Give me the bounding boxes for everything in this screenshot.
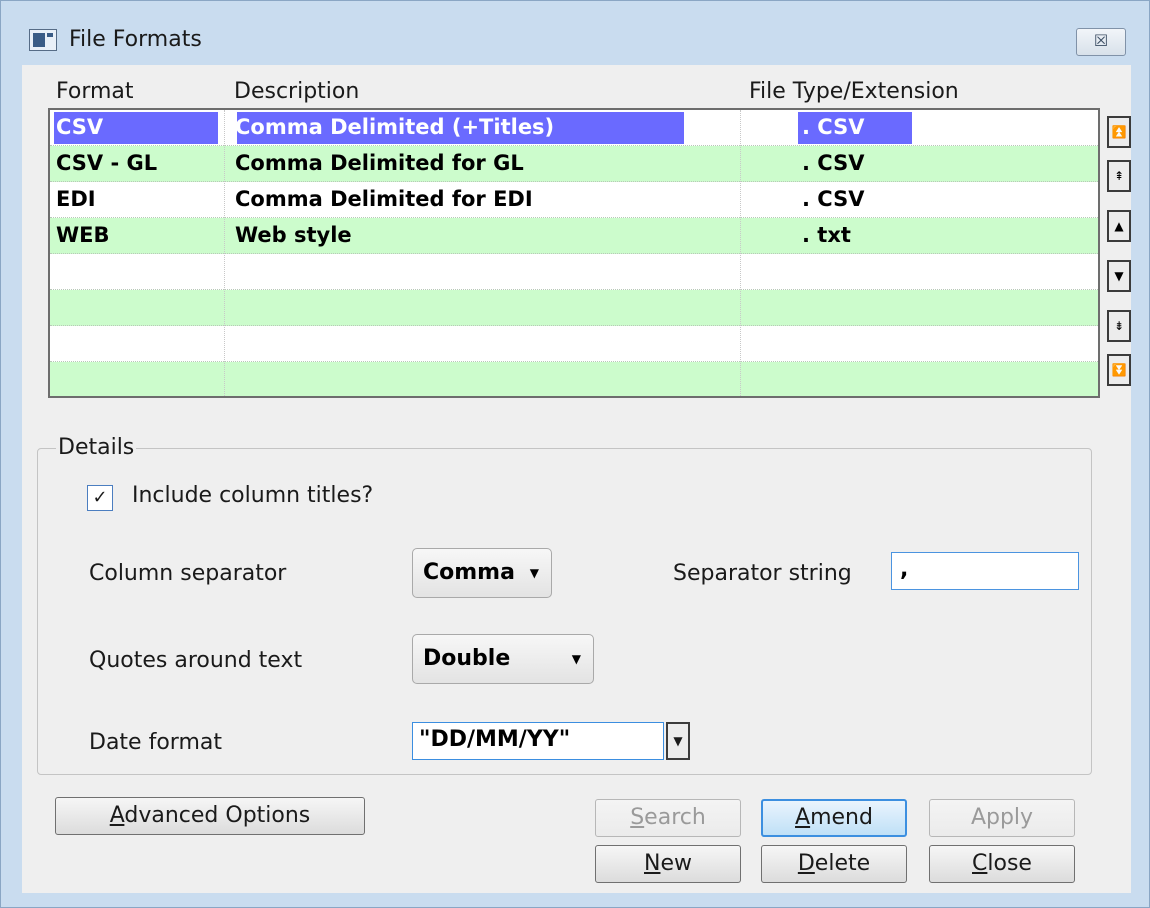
chevron-down-icon: ▼ [571, 652, 581, 666]
button-label: dvanced Options [124, 803, 311, 828]
page-up-icon[interactable]: ⇞ [1107, 160, 1131, 192]
cell-format: CSV [56, 115, 104, 139]
cell-description: Comma Delimited for EDI [235, 187, 533, 211]
scroll-bottom-icon[interactable]: ⏬ [1107, 354, 1131, 386]
table-row[interactable]: CSV Comma Delimited (+Titles) . CSV [50, 110, 1098, 146]
mnemonic-letter: A [109, 803, 125, 828]
column-separator-label: Column separator [89, 561, 287, 586]
line-up-icon[interactable]: ▲ [1107, 210, 1131, 242]
include-column-titles-label: Include column titles? [132, 483, 374, 508]
include-column-titles-checkbox[interactable]: ✓ [87, 485, 113, 511]
mnemonic-letter: C [972, 851, 988, 876]
empty-row[interactable] [50, 254, 1098, 290]
button-label: lose [987, 851, 1032, 876]
cell-description: Comma Delimited (+Titles) [235, 115, 555, 139]
delete-button[interactable]: Delete [761, 845, 907, 883]
new-button[interactable]: New [595, 845, 741, 883]
empty-row[interactable] [50, 290, 1098, 326]
cell-format: WEB [56, 223, 110, 247]
button-label: mend [810, 805, 873, 830]
separator-string-input[interactable]: , [891, 552, 1079, 590]
date-format-label: Date format [89, 730, 222, 755]
amend-button[interactable]: Amend [761, 799, 907, 837]
mnemonic-letter: N [644, 851, 661, 876]
column-divider [224, 110, 225, 396]
file-formats-window: File Formats ☒ Format Description File T… [0, 0, 1150, 908]
cell-format: EDI [56, 187, 96, 211]
quotes-around-text-select[interactable]: Double ▼ [412, 634, 594, 684]
close-button[interactable]: Close [929, 845, 1075, 883]
cell-extension: . CSV [802, 115, 865, 139]
column-header-format: Format [56, 79, 134, 104]
apply-button[interactable]: Apply [929, 799, 1075, 837]
mnemonic-letter: D [797, 851, 815, 876]
dialog-body: Format Description File Type/Extension C… [22, 65, 1131, 893]
line-down-icon[interactable]: ▼ [1107, 260, 1131, 292]
close-window-button[interactable]: ☒ [1076, 28, 1126, 56]
column-separator-select[interactable]: Comma ▼ [412, 548, 552, 598]
quotes-around-text-label: Quotes around text [89, 648, 303, 673]
table-row[interactable]: CSV - GL Comma Delimited for GL . CSV [50, 146, 1098, 182]
empty-row[interactable] [50, 326, 1098, 362]
button-label: elete [814, 851, 871, 876]
separator-string-label: Separator string [673, 561, 852, 586]
cell-extension: . CSV [802, 151, 865, 175]
date-format-dropdown-icon[interactable]: ▼ [666, 722, 690, 760]
date-format-input[interactable]: "DD/MM/YY" [412, 722, 664, 760]
cell-extension: . CSV [802, 187, 865, 211]
scroll-top-icon[interactable]: ⏫ [1107, 116, 1131, 148]
chevron-down-icon: ▼ [529, 566, 539, 580]
button-label: earch [644, 805, 706, 830]
column-divider [740, 110, 741, 396]
button-label: ew [660, 851, 692, 876]
table-row[interactable]: WEB Web style . txt [50, 218, 1098, 254]
column-header-file-type: File Type/Extension [749, 79, 959, 104]
column-header-description: Description [234, 79, 360, 104]
advanced-options-button[interactable]: Advanced Options [55, 797, 365, 835]
window-title: File Formats [69, 27, 202, 52]
empty-row[interactable] [50, 362, 1098, 396]
formats-list[interactable]: CSV Comma Delimited (+Titles) . CSV CSV … [48, 108, 1100, 398]
mnemonic-letter: A [795, 805, 811, 830]
cell-description: Comma Delimited for GL [235, 151, 524, 175]
details-legend: Details [56, 435, 137, 460]
quotes-around-text-value: Double [423, 646, 511, 671]
search-button[interactable]: Search [595, 799, 741, 837]
table-row[interactable]: EDI Comma Delimited for EDI . CSV [50, 182, 1098, 218]
button-label: Apply [970, 805, 1034, 830]
cell-description: Web style [235, 223, 352, 247]
column-separator-value: Comma [423, 560, 515, 585]
app-window-icon [29, 29, 57, 51]
cell-format: CSV - GL [56, 151, 158, 175]
mnemonic-letter: S [630, 805, 645, 830]
page-down-icon[interactable]: ⇟ [1107, 310, 1131, 342]
cell-extension: . txt [802, 223, 851, 247]
